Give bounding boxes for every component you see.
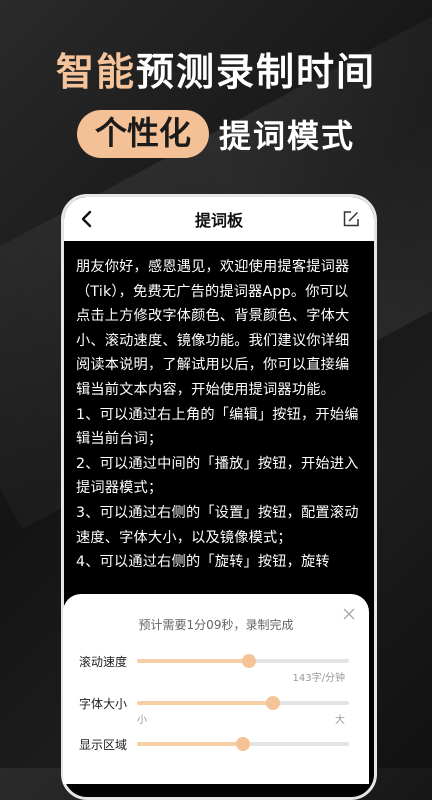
headline-line-1: 智能预测录制时间 [0,48,432,96]
speed-slider-fill [137,659,250,663]
display-area-row: 显示区域 [79,734,349,754]
top-bar: 提词板 [64,197,374,241]
headline-line-2: 个性化 提词模式 [0,110,432,158]
script-paragraph: 1、可以通过右上角的「编辑」按钮，开始编辑当前台词； [76,406,359,448]
script-paragraph: 4、可以通过右侧的「旋转」按钮，旋转 [76,554,330,571]
settings-panel: 预计需要1分09秒，录制完成 滚动速度 143字/分钟 字体大小 小 大 显示区… [63,594,369,784]
speed-slider-handle[interactable] [242,654,257,668]
estimate-hint: 预计需要1分09秒，录制完成 [138,618,294,632]
chevron-left-icon[interactable] [76,208,98,230]
headline-pill: 个性化 [76,110,209,158]
promo-headline: 智能预测录制时间 个性化 提词模式 [0,48,432,158]
speed-label: 滚动速度 [79,654,128,669]
script-text[interactable]: 朋友你好，感恩遇见，欢迎使用提客提词器（Tik），免费无广告的提词器App。你可… [64,241,374,589]
page-title: 提词板 [194,211,243,230]
edit-icon[interactable] [340,208,362,230]
script-paragraph: 3、可以通过右侧的「设置」按钮，配置滚动速度、字体大小，以及镜像模式； [76,504,359,546]
display-area-slider-fill [137,742,243,746]
display-area-slider-handle[interactable] [236,737,250,751]
speed-slider[interactable] [137,654,349,668]
font-size-slider-fill [137,701,273,705]
font-size-slider[interactable] [137,696,349,710]
font-size-row: 字体大小 [79,693,349,713]
close-icon[interactable] [341,606,357,622]
speed-value: 143字/分钟 [292,673,345,684]
script-paragraph: 2、可以通过中间的「播放」按钮，开始进入提词器模式； [76,455,359,497]
headline-line-2-rest: 提词模式 [219,117,356,155]
script-paragraph: 朋友你好，感恩遇见，欢迎使用提客提词器（Tik），免费无广告的提词器App。你可… [76,259,350,398]
display-area-slider[interactable] [137,737,349,751]
display-area-label: 显示区域 [79,737,128,752]
font-size-min: 小 [137,715,147,726]
font-size-label: 字体大小 [79,696,128,711]
speed-row: 滚动速度 [79,651,349,671]
headline-line-1-rest: 预测录制时间 [136,50,377,94]
font-size-slider-handle[interactable] [265,696,280,710]
font-size-max: 大 [335,715,345,726]
headline-highlight: 智能 [55,50,136,94]
